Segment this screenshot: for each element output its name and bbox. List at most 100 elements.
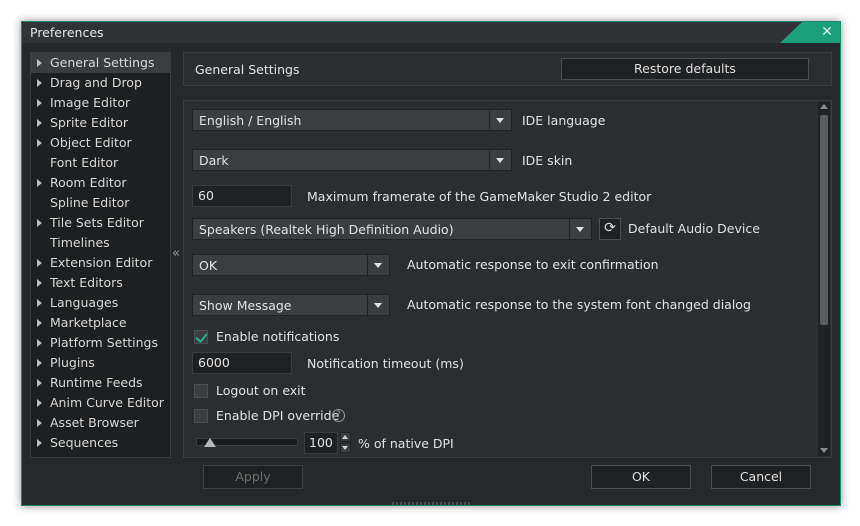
audio-device-label: Default Audio Device <box>628 221 760 236</box>
vertical-scrollbar[interactable] <box>818 102 830 456</box>
chevron-down-icon <box>367 295 389 315</box>
sidebar-item-drag-and-drop[interactable]: Drag and Drop <box>31 73 170 93</box>
collapse-sidebar-icon[interactable]: « <box>172 246 180 261</box>
sidebar-item-label: Asset Browser <box>50 415 139 430</box>
expand-arrow-icon[interactable] <box>37 219 42 227</box>
expand-arrow-icon[interactable] <box>37 179 42 187</box>
sidebar-item-label: Anim Curve Editor <box>50 395 164 410</box>
ok-button[interactable]: OK <box>591 465 691 489</box>
dpi-label: % of native DPI <box>358 436 454 451</box>
chevron-down-icon <box>569 219 591 239</box>
logout-on-exit-label: Logout on exit <box>216 383 306 398</box>
sidebar-item-label: Sequences <box>50 435 119 450</box>
sidebar-item-text-editors[interactable]: Text Editors <box>31 273 170 293</box>
expand-arrow-icon[interactable] <box>37 139 42 147</box>
sidebar-item-label: Text Editors <box>50 275 123 290</box>
refresh-icon[interactable]: ⟳ <box>599 218 621 240</box>
scroll-up-icon[interactable] <box>820 104 828 109</box>
logout-on-exit-checkbox[interactable] <box>194 384 208 398</box>
chevron-down-icon <box>489 110 511 130</box>
enable-notifications-checkbox[interactable] <box>194 330 208 344</box>
sidebar-item-extension-editor[interactable]: Extension Editor <box>31 253 170 273</box>
sidebar-item-label: Spline Editor <box>50 195 130 210</box>
title-bar[interactable]: Preferences ✕ <box>22 22 840 43</box>
sidebar-item-spline-editor[interactable]: Spline Editor <box>31 193 170 213</box>
sidebar-item-label: Timelines <box>50 235 110 250</box>
sidebar-item-label: General Settings <box>50 55 155 70</box>
expand-arrow-icon[interactable] <box>37 419 42 427</box>
sidebar-item-general-settings[interactable]: General Settings <box>31 53 170 73</box>
expand-arrow-icon[interactable] <box>37 299 42 307</box>
checkmark-icon <box>195 330 208 343</box>
dpi-value-input[interactable]: 100 <box>304 432 338 454</box>
expand-arrow-icon[interactable] <box>37 359 42 367</box>
expand-arrow-icon[interactable] <box>37 259 42 267</box>
restore-defaults-button[interactable]: Restore defaults <box>561 58 809 80</box>
scroll-thumb[interactable] <box>820 115 828 325</box>
sidebar-item-label: Plugins <box>50 355 95 370</box>
apply-button[interactable]: Apply <box>203 465 303 489</box>
sidebar-item-label: Object Editor <box>50 135 132 150</box>
dpi-slider-thumb[interactable] <box>204 438 216 447</box>
exit-confirmation-label: Automatic response to exit confirmation <box>407 257 659 272</box>
dpi-override-checkbox[interactable] <box>194 409 208 423</box>
sidebar-item-tile-sets-editor[interactable]: Tile Sets Editor <box>31 213 170 233</box>
exit-confirmation-dropdown[interactable]: OK <box>192 254 390 276</box>
notification-timeout-label: Notification timeout (ms) <box>307 356 464 371</box>
expand-arrow-icon[interactable] <box>37 439 42 447</box>
sidebar-item-label: Marketplace <box>50 315 127 330</box>
expand-arrow-icon[interactable] <box>37 399 42 407</box>
chevron-down-icon <box>489 150 511 170</box>
expand-arrow-icon[interactable] <box>37 339 42 347</box>
ide-skin-dropdown[interactable]: Dark <box>192 149 512 171</box>
close-icon[interactable]: ✕ <box>818 24 836 41</box>
ide-skin-label: IDE skin <box>522 153 573 168</box>
cancel-button[interactable]: Cancel <box>711 465 811 489</box>
ide-language-dropdown[interactable]: English / English <box>192 109 512 131</box>
ide-language-label: IDE language <box>522 113 606 128</box>
sidebar-item-sprite-editor[interactable]: Sprite Editor <box>31 113 170 133</box>
spin-up-icon[interactable] <box>340 432 351 442</box>
sidebar-item-languages[interactable]: Languages <box>31 293 170 313</box>
framerate-input[interactable]: 60 <box>192 185 292 207</box>
sidebar-item-asset-browser[interactable]: Asset Browser <box>31 413 170 433</box>
scroll-down-icon[interactable] <box>820 448 828 453</box>
audio-device-dropdown[interactable]: Speakers (Realtek High Definition Audio) <box>192 218 592 240</box>
sidebar-item-object-editor[interactable]: Object Editor <box>31 133 170 153</box>
sidebar-item-marketplace[interactable]: Marketplace <box>31 313 170 333</box>
sidebar-item-label: Font Editor <box>50 155 119 170</box>
settings-tree: General Settings Drag and Drop Image Edito… <box>30 52 171 458</box>
sidebar-item-runtime-feeds[interactable]: Runtime Feeds <box>31 373 170 393</box>
settings-panel: English / English IDE language Dark IDE … <box>183 100 832 458</box>
exit-confirmation-value: OK <box>199 258 218 273</box>
expand-arrow-icon[interactable] <box>37 379 42 387</box>
expand-arrow-icon[interactable] <box>37 279 42 287</box>
expand-arrow-icon[interactable] <box>37 59 42 67</box>
sidebar-item-platform-settings[interactable]: Platform Settings <box>31 333 170 353</box>
notification-timeout-input[interactable]: 6000 <box>192 352 292 374</box>
ide-skin-value: Dark <box>199 153 229 168</box>
framerate-label: Maximum framerate of the GameMaker Studi… <box>307 189 652 204</box>
sidebar-item-timelines[interactable]: Timelines <box>31 233 170 253</box>
window-title: Preferences <box>30 25 104 40</box>
help-icon[interactable]: ? <box>332 409 345 422</box>
expand-arrow-icon[interactable] <box>37 319 42 327</box>
sidebar-item-label: Platform Settings <box>50 335 158 350</box>
font-changed-dropdown[interactable]: Show Message <box>192 294 390 316</box>
sidebar-item-label: Sprite Editor <box>50 115 129 130</box>
font-changed-label: Automatic response to the system font ch… <box>407 297 751 312</box>
expand-arrow-icon[interactable] <box>37 79 42 87</box>
resize-grip[interactable] <box>392 502 472 505</box>
font-changed-value: Show Message <box>199 298 292 313</box>
sidebar-item-anim-curve-editor[interactable]: Anim Curve Editor <box>31 393 170 413</box>
spin-down-icon[interactable] <box>340 443 351 453</box>
sidebar-item-label: Extension Editor <box>50 255 153 270</box>
expand-arrow-icon[interactable] <box>37 99 42 107</box>
settings-header: General Settings Restore defaults <box>183 52 832 86</box>
sidebar-item-room-editor[interactable]: Room Editor <box>31 173 170 193</box>
sidebar-item-sequences[interactable]: Sequences <box>31 433 170 453</box>
sidebar-item-font-editor[interactable]: Font Editor <box>31 153 170 173</box>
sidebar-item-image-editor[interactable]: Image Editor <box>31 93 170 113</box>
sidebar-item-plugins[interactable]: Plugins <box>31 353 170 373</box>
expand-arrow-icon[interactable] <box>37 119 42 127</box>
